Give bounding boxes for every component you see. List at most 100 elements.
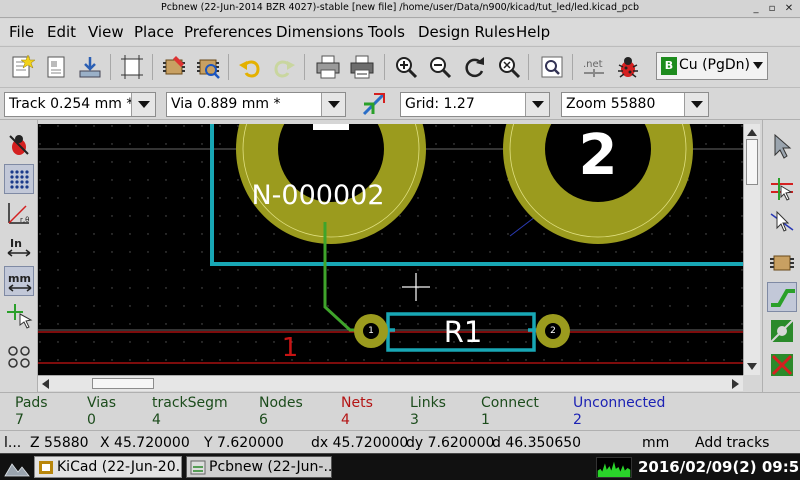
title-bar[interactable]: Pcbnew (22-Jun-2014 BZR 4027)-stable [ne… (0, 0, 800, 18)
chevron-down-icon[interactable] (684, 93, 708, 116)
stat-value: 7 (15, 412, 24, 428)
svg-text:In: In (10, 237, 22, 250)
component-reference: R1 (444, 315, 483, 349)
pcb-canvas[interactable]: 2 N-000002 R1 1 2 1 (38, 124, 743, 375)
save-board-icon[interactable] (76, 53, 104, 81)
left-toolbar: r,θ In mm (0, 120, 38, 392)
status-dy: dy 7.620000 (406, 435, 495, 451)
page-settings-icon[interactable] (118, 53, 146, 81)
menu-tools[interactable]: Tools (368, 23, 405, 41)
vertical-scrollbar[interactable] (743, 124, 760, 375)
taskbar-item-pcbnew[interactable]: Pcbnew (22-Jun-... (186, 456, 332, 478)
via-size-select[interactable]: Via 0.889 mm * (166, 92, 346, 117)
horizontal-scroll-thumb[interactable] (92, 378, 154, 389)
menu-place[interactable]: Place (134, 23, 174, 41)
zoom-fit-icon[interactable] (494, 53, 522, 81)
print-icon[interactable] (314, 53, 342, 81)
plot-icon[interactable] (348, 53, 376, 81)
inch-units-icon[interactable]: In (4, 232, 34, 262)
status-zoom: Z 55880 (30, 435, 89, 451)
open-board-icon[interactable] (42, 53, 70, 81)
kicad-app-icon (38, 460, 54, 475)
delete-icon[interactable] (767, 350, 797, 380)
stat-value: 1 (481, 412, 490, 428)
add-tracks-icon[interactable] (767, 282, 797, 312)
undo-icon[interactable] (236, 53, 264, 81)
pads-sketch-icon[interactable] (4, 342, 34, 372)
status-message: l... (4, 435, 22, 451)
layer-label: Cu (PgDn) (679, 57, 751, 73)
taskbar: KiCad (22-Jun-20... Pcbnew (22-Jun-... 2… (0, 453, 800, 480)
pad-1-number: 1 (368, 326, 374, 336)
stat-value: 4 (341, 412, 350, 428)
redo-icon[interactable] (270, 53, 298, 81)
grid-toggle-icon[interactable] (4, 164, 34, 194)
status-distance: d 46.350650 (492, 435, 582, 451)
add-zones-icon[interactable] (767, 316, 797, 346)
stat-links: Links 3 (410, 395, 446, 429)
local-ratsnest-icon[interactable] (767, 206, 797, 236)
menu-bar: File Edit View Place Preferences Dimensi… (0, 19, 800, 45)
status-units: mm (642, 435, 670, 451)
maximize-button[interactable]: ▫ (764, 1, 780, 16)
new-board-icon[interactable] (8, 53, 36, 81)
zoom-select[interactable]: Zoom 55880 (561, 92, 709, 117)
start-menu-icon[interactable] (4, 459, 30, 477)
menu-design-rules[interactable]: Design Rules (418, 23, 515, 41)
large-pad-left-number (313, 124, 349, 130)
menu-help[interactable]: Help (516, 23, 550, 41)
chevron-down-icon[interactable] (525, 93, 549, 116)
menu-preferences[interactable]: Preferences (184, 23, 272, 41)
status-x: X 45.720000 (100, 435, 190, 451)
module-editor-icon[interactable] (160, 53, 188, 81)
horizontal-scrollbar[interactable] (38, 375, 743, 391)
track-width-value: Track 0.254 mm * (9, 96, 134, 112)
stat-label: trackSegm (152, 395, 228, 411)
close-button[interactable]: ✕ (781, 1, 797, 16)
polar-coords-icon[interactable]: r,θ (4, 198, 34, 228)
stat-value: 6 (259, 412, 268, 428)
menu-edit[interactable]: Edit (47, 23, 76, 41)
stat-pads: Pads 7 (15, 395, 48, 429)
drc-off-icon[interactable] (4, 130, 34, 160)
highlight-net-icon[interactable] (767, 174, 797, 204)
chevron-down-icon[interactable] (321, 93, 345, 116)
module-viewer-icon[interactable] (194, 53, 222, 81)
track-width-select[interactable]: Track 0.254 mm * (4, 92, 156, 117)
stat-label: Pads (15, 395, 48, 411)
netlist-icon[interactable]: .net (580, 53, 608, 81)
stat-unconnected: Unconnected 2 (573, 395, 665, 429)
stat-value: 0 (87, 412, 96, 428)
stat-nodes: Nodes 6 (259, 395, 303, 429)
auto-track-width-icon[interactable] (360, 90, 388, 118)
cursor-shape-icon[interactable] (4, 300, 34, 330)
select-arrow-icon[interactable] (767, 130, 797, 160)
stat-label: Unconnected (573, 395, 666, 411)
zoom-out-icon[interactable] (426, 53, 454, 81)
stat-label: Connect (481, 395, 539, 411)
minimize-button[interactable]: _ (748, 1, 764, 16)
grid-select[interactable]: Grid: 1.27 (400, 92, 550, 117)
chevron-down-icon[interactable] (131, 93, 155, 116)
status-mode: Add tracks (695, 435, 770, 451)
scroll-up-icon[interactable] (747, 129, 757, 136)
layer-selector[interactable]: B Cu (PgDn) (656, 52, 768, 80)
mm-units-icon[interactable]: mm (4, 266, 34, 296)
pcbnew-app-icon (190, 460, 206, 475)
find-icon[interactable] (538, 53, 566, 81)
taskbar-item-kicad[interactable]: KiCad (22-Jun-20... (34, 456, 182, 478)
scroll-down-icon[interactable] (747, 363, 757, 370)
stat-nets: Nets 4 (341, 395, 373, 429)
menu-dimensions[interactable]: Dimensions (276, 23, 364, 41)
redraw-icon[interactable] (460, 53, 488, 81)
scroll-right-icon[interactable] (732, 379, 739, 389)
vertical-scroll-thumb[interactable] (746, 139, 758, 185)
stat-label: Vias (87, 395, 117, 411)
add-module-icon[interactable] (767, 248, 797, 278)
menu-view[interactable]: View (88, 23, 124, 41)
scroll-left-icon[interactable] (42, 379, 49, 389)
drc-bug-icon[interactable] (614, 53, 642, 81)
zoom-in-icon[interactable] (392, 53, 420, 81)
pad-2-number: 2 (550, 326, 556, 336)
menu-file[interactable]: File (9, 23, 34, 41)
